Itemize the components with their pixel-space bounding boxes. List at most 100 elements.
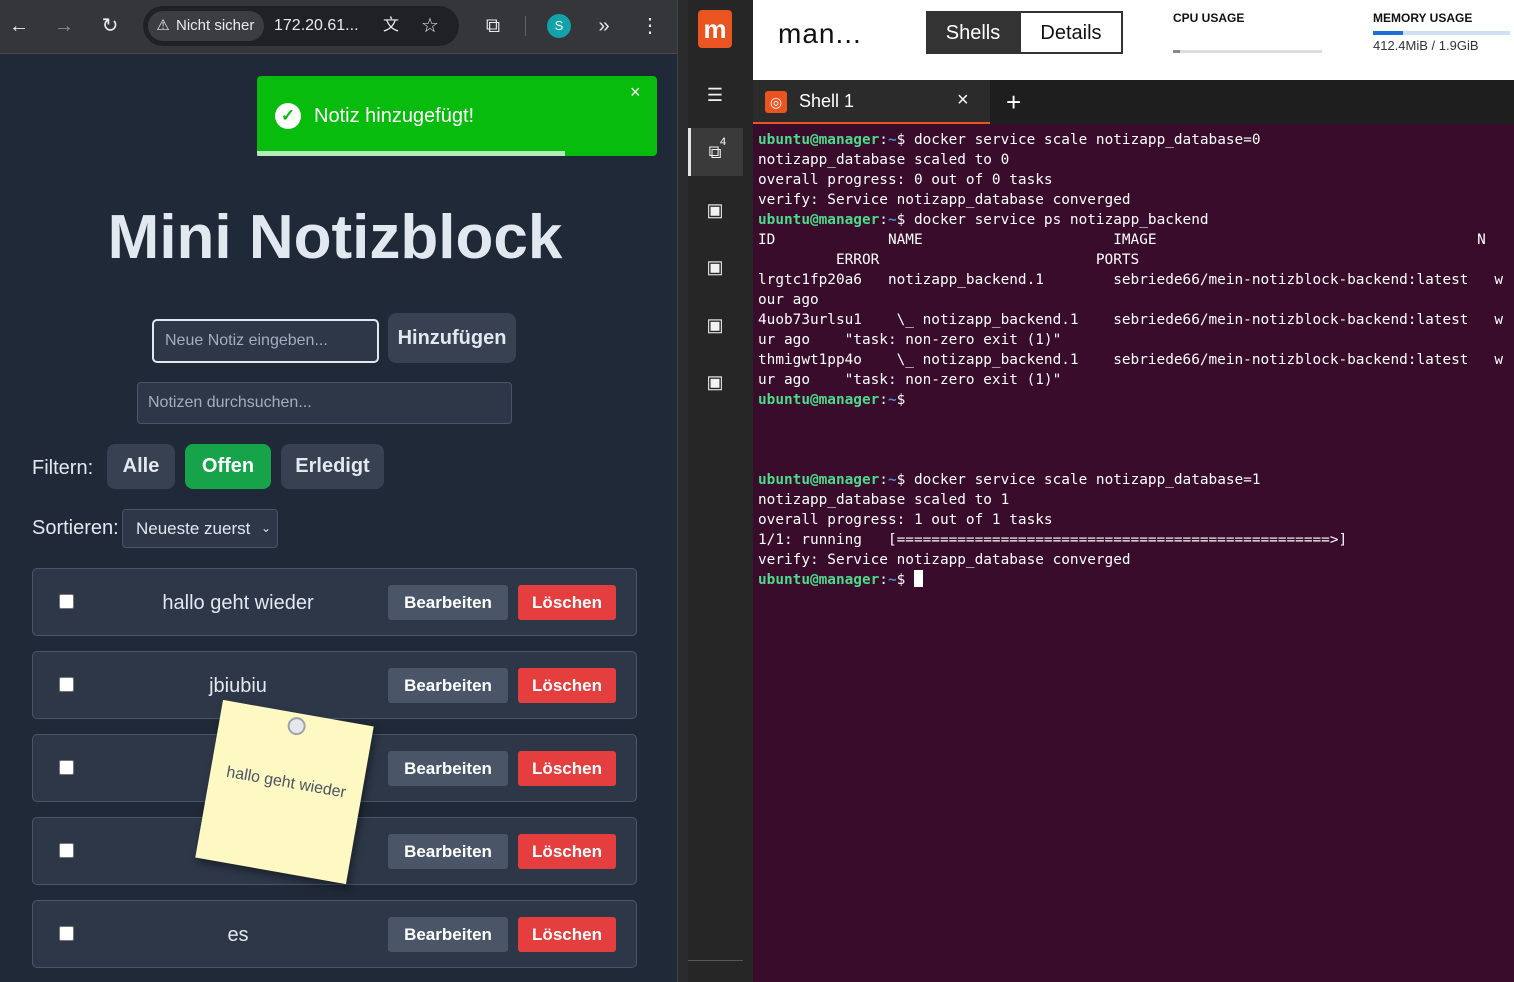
cpu-usage-label: CPU USAGE: [1173, 11, 1245, 25]
profile-avatar[interactable]: S: [547, 14, 571, 38]
terminal-line: ur ago "task: non-zero exit (1)": [758, 330, 1503, 350]
edit-button[interactable]: Bearbeiten: [388, 585, 508, 620]
terminal-line-text: overall progress: 1 out of 1 tasks: [758, 512, 1053, 528]
terminal-line-text: [905, 572, 914, 588]
filter-open-button[interactable]: Offen: [185, 444, 271, 489]
prompt-dollar: $: [896, 392, 906, 408]
chevron-down-icon: ⌄: [260, 521, 271, 535]
extensions-icon[interactable]: ⧉: [480, 13, 506, 39]
terminal-icon[interactable]: ▣: [701, 312, 729, 338]
edit-button[interactable]: Bearbeiten: [388, 751, 508, 786]
new-note-input[interactable]: [152, 319, 379, 363]
delete-button[interactable]: Löschen: [518, 834, 616, 869]
forward-arrow-icon[interactable]: →: [51, 13, 77, 39]
prompt-separator: :: [879, 212, 888, 228]
back-arrow-icon[interactable]: ←: [6, 13, 32, 39]
prompt-separator: :: [879, 132, 888, 148]
filter-done-button[interactable]: Erledigt: [281, 444, 384, 489]
delete-button[interactable]: Löschen: [518, 751, 616, 786]
terminal-icon[interactable]: ▣: [701, 197, 729, 223]
note-checkbox[interactable]: [59, 760, 74, 775]
terminal-icon[interactable]: ▣: [701, 254, 729, 280]
add-shell-icon[interactable]: +: [1006, 88, 1021, 116]
filter-all-button[interactable]: Alle: [107, 444, 175, 489]
prompt-user: ubuntu@manager: [758, 392, 880, 408]
prompt-path: ~: [887, 472, 897, 488]
toast-message: Notiz hinzugefügt!: [314, 105, 475, 127]
terminal-line-text: ur ago "task: non-zero exit (1)": [758, 372, 1062, 388]
page-title: Mini Notizblock: [107, 203, 563, 272]
ubuntu-icon: ◎: [765, 91, 787, 113]
terminal-line-text: 4uob73urlsu1 \_ notizapp_backend.1 sebri…: [758, 312, 1504, 328]
prompt-separator: :: [879, 572, 888, 588]
translate-icon[interactable]: 文: [379, 14, 403, 38]
terminal-line: notizapp_database scaled to 0: [758, 150, 1503, 170]
terminal-line-text: docker service scale notizapp_database=0: [905, 132, 1261, 148]
browser-menu-icon[interactable]: ⋮: [637, 13, 663, 39]
browser-toolbar: ← → ↻ ⚠ Nicht sicher 172.20.61... 文 ☆ ⧉ S…: [0, 0, 677, 54]
sort-select[interactable]: Neueste zuerst ⌄: [122, 509, 278, 548]
prompt-dollar: $: [896, 572, 906, 588]
prompt-path: ~: [887, 572, 897, 588]
tab-shell-1[interactable]: ◎ Shell 1 ×: [753, 80, 990, 124]
memory-usage-fill: [1373, 31, 1404, 35]
document-list-icon[interactable]: ☰: [701, 82, 729, 108]
sticky-note-text: hallo geht wieder: [225, 763, 348, 802]
terminal-line: verify: Service notizapp_database conver…: [758, 190, 1503, 210]
terminal-line: ubuntu@manager:~$ docker service scale n…: [758, 470, 1503, 490]
tab-details[interactable]: Details: [1019, 11, 1123, 54]
window-divider[interactable]: [677, 0, 688, 982]
shell-tab-label: Shell 1: [799, 91, 855, 111]
close-icon[interactable]: ×: [957, 89, 969, 112]
note-checkbox[interactable]: [59, 594, 74, 609]
terminal-line: ERROR PORTS: [758, 250, 1503, 270]
terminal-output: ubuntu@manager:~$ docker service scale n…: [758, 130, 1503, 590]
delete-button[interactable]: Löschen: [518, 668, 616, 703]
reload-icon[interactable]: ↻: [97, 13, 123, 39]
add-note-button[interactable]: Hinzufügen: [388, 313, 516, 363]
terminal-line: ur ago "task: non-zero exit (1)": [758, 370, 1503, 390]
url-text[interactable]: 172.20.61...: [274, 6, 359, 46]
prompt-user: ubuntu@manager: [758, 572, 880, 588]
terminal-line-text: lrgtc1fp20a6 notizapp_backend.1 sebriede…: [758, 272, 1504, 288]
prompt-separator: :: [879, 472, 888, 488]
delete-button[interactable]: Löschen: [518, 917, 616, 952]
prompt-user: ubuntu@manager: [758, 132, 880, 148]
dragged-sticky-note[interactable]: hallo geht wieder: [195, 699, 374, 885]
note-checkbox[interactable]: [59, 843, 74, 858]
note-checkbox[interactable]: [59, 677, 74, 692]
terminal-line-text: notizapp_database scaled to 1: [758, 492, 1010, 508]
terminal-line-text: ERROR PORTS: [758, 252, 1140, 268]
terminal-line-text: notizapp_database scaled to 0: [758, 152, 1010, 168]
terminal-line-text: thmigwt1pp4o \_ notizapp_backend.1 sebri…: [758, 352, 1504, 368]
sort-selected-value: Neueste zuerst: [136, 519, 251, 538]
terminal-line-text: docker service scale notizapp_database=1: [905, 472, 1261, 488]
prompt-dollar: $: [896, 212, 906, 228]
security-chip[interactable]: ⚠ Nicht sicher: [148, 11, 265, 41]
terminal-line-text: 1/1: running [==========================…: [758, 532, 1348, 548]
edit-button[interactable]: Bearbeiten: [388, 834, 508, 869]
tab-shells[interactable]: Shells: [926, 11, 1020, 54]
toast-close-icon[interactable]: ×: [630, 82, 641, 102]
edit-button[interactable]: Bearbeiten: [388, 917, 508, 952]
app-logo: m: [698, 10, 732, 48]
terminal-cursor: [913, 570, 923, 587]
search-notes-input[interactable]: [137, 382, 512, 424]
prompt-dollar: $: [896, 132, 906, 148]
bookmark-star-icon[interactable]: ☆: [418, 13, 442, 39]
note-checkbox[interactable]: [59, 926, 74, 941]
edit-button[interactable]: Bearbeiten: [388, 668, 508, 703]
note-row: hallo geht wieder Bearbeiten Löschen: [32, 568, 637, 636]
terminal-line: ubuntu@manager:~$: [758, 570, 1503, 590]
terminal[interactable]: ubuntu@manager:~$ docker service scale n…: [753, 124, 1514, 982]
cpu-usage-fill: [1173, 50, 1181, 53]
terminal-line-text: ID NAME IMAGE N: [758, 232, 1486, 248]
chevron-double-right-icon[interactable]: »: [591, 13, 617, 39]
terminal-line: ubuntu@manager:~$: [758, 390, 1503, 410]
delete-button[interactable]: Löschen: [518, 585, 616, 620]
address-bar[interactable]: ⚠ Nicht sicher 172.20.61... 文 ☆: [143, 6, 459, 46]
terminal-icon[interactable]: ▣: [701, 369, 729, 395]
terminal-line: overall progress: 0 out of 0 tasks: [758, 170, 1503, 190]
memory-usage-value: 412.4MiB / 1.9GiB: [1373, 38, 1479, 53]
